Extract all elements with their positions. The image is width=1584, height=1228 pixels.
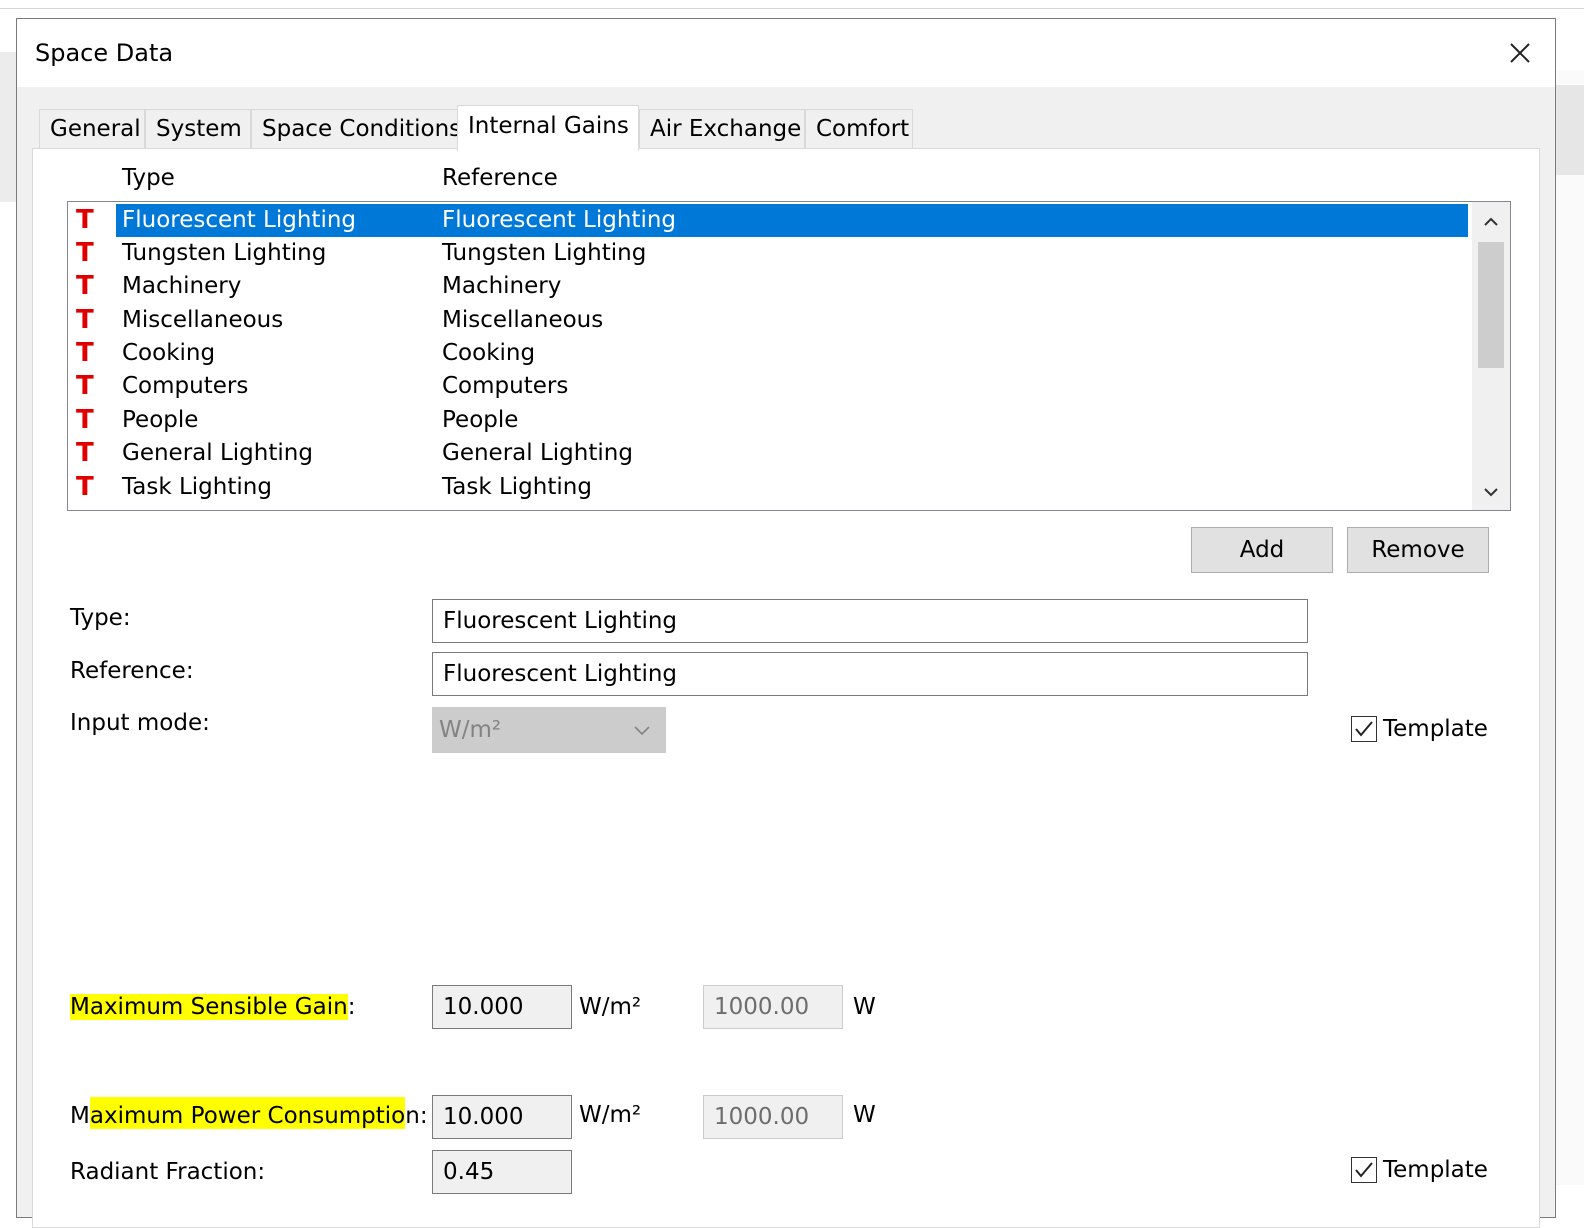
max-sensible-gain-unit: W/m² — [579, 994, 642, 1020]
background-window-edge — [0, 0, 1584, 9]
scroll-down-button[interactable] — [1472, 474, 1510, 510]
list-item[interactable]: T Computers Computers — [68, 370, 1468, 403]
checkbox-box — [1351, 716, 1377, 742]
chevron-up-icon — [1484, 217, 1498, 226]
list-item-reference: People — [442, 407, 519, 433]
max-sensible-gain-input[interactable]: 10.000 — [432, 985, 572, 1029]
type-field[interactable]: Fluorescent Lighting — [432, 599, 1308, 643]
list-item[interactable]: T Task Lighting Task Lighting — [68, 471, 1468, 504]
max-sensible-gain-label-text: Maximum Sensible Gain — [70, 994, 348, 1020]
max-sensible-gain-label: Maximum Sensible Gain: — [70, 994, 355, 1020]
max-power-consumption-input[interactable]: 10.000 — [432, 1095, 572, 1139]
max-power-consumption-total: 1000.00 — [703, 1095, 843, 1139]
chevron-down-icon — [1484, 488, 1498, 497]
space-data-dialog: Space Data General System Space Conditio… — [16, 18, 1556, 1228]
radiant-template-checkbox[interactable]: Template — [1351, 1157, 1488, 1183]
checkmark-icon — [1355, 1162, 1373, 1178]
list-item-type: Task Lighting — [122, 474, 272, 500]
radiant-fraction-input[interactable]: 0.45 — [432, 1150, 572, 1194]
template-icon: T — [76, 205, 94, 235]
input-mode-select[interactable]: W/m² — [432, 707, 666, 753]
template-icon: T — [76, 472, 94, 502]
label-suffix: n: — [405, 1103, 428, 1129]
list-item-reference: Task Lighting — [442, 474, 592, 500]
list-item-type: Computers — [122, 373, 249, 399]
template-icon: T — [76, 371, 94, 401]
tab-air-exchange[interactable]: Air Exchange — [639, 109, 805, 149]
template-icon: T — [76, 405, 94, 435]
template-icon: T — [76, 338, 94, 368]
template-icon: T — [76, 438, 94, 468]
label-highlight: aximum Power Consumptio — [89, 1097, 406, 1129]
tab-comfort[interactable]: Comfort — [805, 109, 913, 149]
tab-internal-gains[interactable]: Internal Gains — [457, 105, 639, 151]
tab-general[interactable]: General — [39, 109, 145, 149]
list-item-type: Fluorescent Lighting — [122, 207, 357, 233]
internal-gains-list[interactable]: T Fluorescent Lighting Fluorescent Light… — [67, 201, 1511, 511]
tab-system[interactable]: System — [145, 109, 251, 149]
add-button[interactable]: Add — [1191, 527, 1333, 573]
radiant-template-checkbox-label: Template — [1383, 1157, 1488, 1183]
list-item-type: People — [122, 407, 199, 433]
template-icon: T — [76, 305, 94, 335]
reference-label: Reference: — [70, 658, 194, 684]
max-power-consumption-unit: W/m² — [579, 1102, 642, 1128]
list-item-type: Tungsten Lighting — [122, 240, 327, 266]
input-mode-label: Input mode: — [70, 710, 210, 736]
list-item-reference: Machinery — [442, 273, 562, 299]
background-right-toolbar — [1556, 85, 1584, 175]
template-checkbox[interactable]: Template — [1351, 716, 1488, 742]
list-item[interactable]: T Machinery Machinery — [68, 270, 1468, 303]
background-right-panel — [1556, 70, 1584, 1185]
checkbox-box — [1351, 1157, 1377, 1183]
dialog-titlebar: Space Data — [17, 19, 1555, 87]
checkmark-icon — [1355, 721, 1373, 737]
list-scrollbar[interactable] — [1472, 202, 1510, 510]
list-item-type: Machinery — [122, 273, 242, 299]
internal-gains-panel: Type Reference T Fluorescent Lighting Fl… — [32, 148, 1540, 1228]
list-item[interactable]: T General Lighting General Lighting — [68, 437, 1468, 470]
list-item-reference: Miscellaneous — [442, 307, 604, 333]
type-label: Type: — [70, 605, 131, 631]
scroll-thumb[interactable] — [1478, 242, 1504, 368]
scroll-up-button[interactable] — [1472, 204, 1510, 240]
input-mode-value: W/m² — [439, 717, 502, 743]
close-button[interactable] — [1485, 19, 1555, 87]
column-header-type[interactable]: Type — [122, 165, 175, 191]
tab-space-conditions[interactable]: Space Conditions — [251, 109, 461, 149]
template-icon: T — [76, 238, 94, 268]
chevron-down-icon — [633, 708, 651, 769]
label-prefix: M — [70, 1103, 90, 1129]
reference-field[interactable]: Fluorescent Lighting — [432, 652, 1308, 696]
dialog-title: Space Data — [35, 39, 174, 67]
list-item-reference: General Lighting — [442, 440, 633, 466]
list-item-reference: Fluorescent Lighting — [442, 207, 677, 233]
max-sensible-gain-total-unit: W — [853, 994, 876, 1020]
list-item[interactable]: T Fluorescent Lighting Fluorescent Light… — [68, 204, 1468, 237]
list-item-reference: Cooking — [442, 340, 536, 366]
list-item-reference: Tungsten Lighting — [442, 240, 647, 266]
template-checkbox-label: Template — [1383, 716, 1488, 742]
list-item[interactable]: T Miscellaneous Miscellaneous — [68, 304, 1468, 337]
radiant-fraction-label: Radiant Fraction: — [70, 1159, 266, 1185]
max-power-consumption-total-unit: W — [853, 1102, 876, 1128]
list-item-type: General Lighting — [122, 440, 313, 466]
list-item[interactable]: T Tungsten Lighting Tungsten Lighting — [68, 237, 1468, 270]
list-item[interactable]: T People People — [68, 404, 1468, 437]
max-sensible-gain-total: 1000.00 — [703, 985, 843, 1029]
column-header-reference[interactable]: Reference — [442, 165, 558, 191]
close-icon — [1510, 43, 1530, 63]
template-icon: T — [76, 271, 94, 301]
list-item-type: Cooking — [122, 340, 216, 366]
list-item[interactable]: T Cooking Cooking — [68, 337, 1468, 370]
remove-button[interactable]: Remove — [1347, 527, 1489, 573]
max-power-consumption-label: Maximum Power Consumption: — [70, 1097, 428, 1129]
label-colon: : — [347, 994, 356, 1020]
list-item-reference: Computers — [442, 373, 569, 399]
list-item-type: Miscellaneous — [122, 307, 284, 333]
